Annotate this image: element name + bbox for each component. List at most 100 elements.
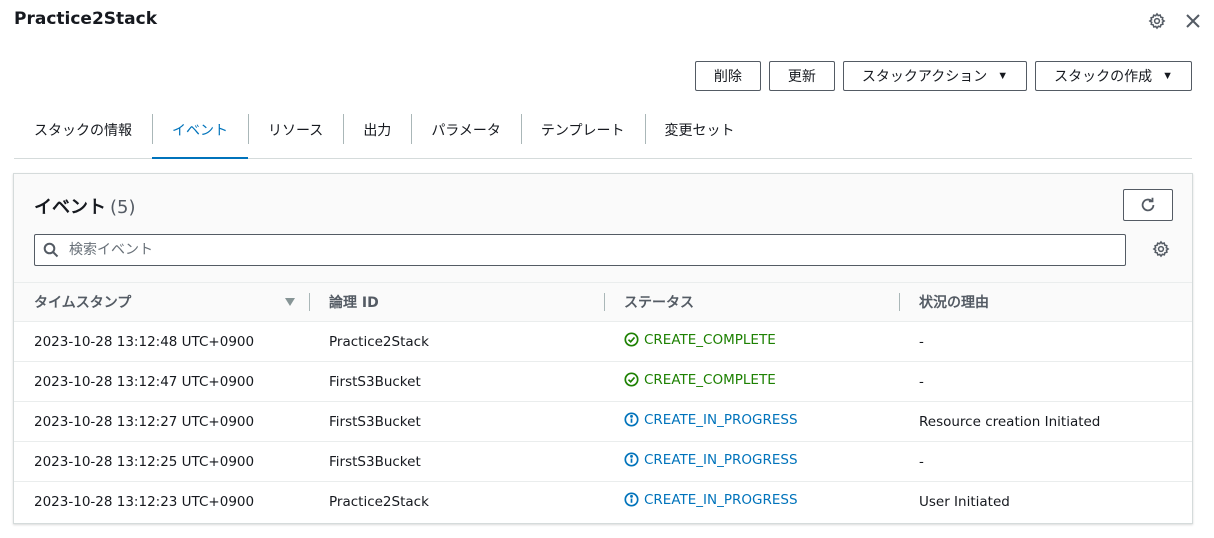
preferences-gear-icon[interactable] xyxy=(1152,240,1170,262)
caret-down-icon: ▼ xyxy=(997,70,1009,82)
status-text: CREATE_COMPLETE xyxy=(644,331,776,348)
reason-text: Resource creation Initiated xyxy=(919,413,1101,430)
caret-down-icon: ▼ xyxy=(1162,70,1173,82)
stack-tabs: スタックの情報 イベント リソース 出力 パラメータ テンプレート 変更セット xyxy=(14,102,1192,159)
logical-id-text: Practice2Stack xyxy=(329,493,429,510)
reason-text: - xyxy=(919,453,924,470)
column-header-logical-id[interactable]: 論理 ID xyxy=(309,283,604,322)
settings-icon[interactable] xyxy=(1146,10,1168,32)
table-row: 2023-10-28 13:12:23 UTC+0900 Practice2Sta… xyxy=(14,482,1192,522)
events-count: (5) xyxy=(110,197,136,218)
column-header-label: 状況の理由 xyxy=(919,295,989,311)
table-header-row: タイムスタンプ 論理 ID ステータス 状況の理由 xyxy=(14,283,1192,322)
events-title-text: イベント xyxy=(34,197,106,218)
refresh-button[interactable] xyxy=(1123,189,1173,221)
tab-change-sets[interactable]: 変更セット xyxy=(644,102,755,158)
logical-id-text: FirstS3Bucket xyxy=(329,373,421,390)
page-title: Practice2Stack xyxy=(14,9,158,29)
cell-timestamp: 2023-10-28 13:12:25 UTC+0900 xyxy=(14,441,309,482)
tab-label: 変更セット xyxy=(664,123,735,139)
column-header-reason[interactable]: 状況の理由 xyxy=(899,283,1192,322)
status-text: CREATE_COMPLETE xyxy=(644,371,776,388)
tab-label: パラメータ xyxy=(431,123,501,139)
create-stack-dropdown[interactable]: スタックの作成 ▼ xyxy=(1035,61,1192,91)
events-table: タイムスタンプ 論理 ID ステータス 状況の理由 2023-10-28 13:… xyxy=(14,283,1192,521)
info-icon xyxy=(624,452,639,467)
timestamp-text: 2023-10-28 13:12:47 UTC+0900 xyxy=(34,373,255,390)
tab-events[interactable]: イベント xyxy=(152,102,248,159)
status-indicator: CREATE_IN_PROGRESS xyxy=(624,492,798,508)
cell-status: CREATE_IN_PROGRESS xyxy=(604,441,899,482)
delete-button[interactable]: 削除 xyxy=(694,61,761,91)
sort-descending-icon[interactable] xyxy=(285,298,295,306)
events-panel: イベント(5) タイムスタンプ xyxy=(13,173,1193,524)
cell-reason: - xyxy=(899,361,1192,402)
stack-actions-toolbar: 削除 更新 スタックアクション ▼ スタックの作成 ▼ xyxy=(694,61,1192,91)
delete-label: 削除 xyxy=(713,68,742,84)
cell-timestamp: 2023-10-28 13:12:48 UTC+0900 xyxy=(14,321,309,362)
timestamp-text: 2023-10-28 13:12:48 UTC+0900 xyxy=(34,333,255,350)
cell-reason: User Initiated xyxy=(899,482,1192,522)
success-check-icon xyxy=(624,332,639,347)
cell-timestamp: 2023-10-28 13:12:27 UTC+0900 xyxy=(14,401,309,442)
column-header-label: 論理 ID xyxy=(329,295,379,311)
table-row: 2023-10-28 13:12:47 UTC+0900 FirstS3Bucke… xyxy=(14,361,1192,402)
status-text: CREATE_IN_PROGRESS xyxy=(644,491,798,508)
search-field[interactable] xyxy=(34,234,1126,266)
tab-label: テンプレート xyxy=(540,123,625,139)
cell-status: CREATE_COMPLETE xyxy=(604,321,899,362)
tab-outputs[interactable]: 出力 xyxy=(343,102,411,158)
reason-text: - xyxy=(919,333,924,350)
create-stack-label: スタックの作成 xyxy=(1054,68,1153,84)
cell-status: CREATE_COMPLETE xyxy=(604,361,899,402)
cell-logical-id: Practice2Stack xyxy=(309,321,604,362)
tab-label: リソース xyxy=(268,123,324,139)
status-text: CREATE_IN_PROGRESS xyxy=(644,451,798,468)
tab-template[interactable]: テンプレート xyxy=(520,102,645,158)
close-icon[interactable] xyxy=(1182,10,1204,32)
column-header-label: タイムスタンプ xyxy=(34,295,132,311)
search-icon xyxy=(43,242,59,258)
timestamp-text: 2023-10-28 13:12:25 UTC+0900 xyxy=(34,453,255,470)
cell-reason: - xyxy=(899,321,1192,362)
success-check-icon xyxy=(624,372,639,387)
column-header-status[interactable]: ステータス xyxy=(604,283,899,322)
table-row: 2023-10-28 13:12:27 UTC+0900 FirstS3Bucke… xyxy=(14,401,1192,442)
cell-logical-id: Practice2Stack xyxy=(309,482,604,522)
tab-stack-info[interactable]: スタックの情報 xyxy=(14,102,152,158)
status-indicator: CREATE_COMPLETE xyxy=(624,372,776,388)
header-icons xyxy=(1146,10,1204,32)
stack-actions-label: スタックアクション xyxy=(861,68,988,84)
search-input[interactable] xyxy=(67,235,1125,265)
cell-timestamp: 2023-10-28 13:12:23 UTC+0900 xyxy=(14,482,309,522)
tab-parameters[interactable]: パラメータ xyxy=(411,102,521,158)
status-indicator: CREATE_COMPLETE xyxy=(624,332,776,348)
tab-label: 出力 xyxy=(363,123,392,139)
tab-label: スタックの情報 xyxy=(34,123,132,139)
timestamp-text: 2023-10-28 13:12:23 UTC+0900 xyxy=(34,493,255,510)
tab-resources[interactable]: リソース xyxy=(248,102,343,158)
stack-actions-dropdown[interactable]: スタックアクション ▼ xyxy=(842,61,1028,91)
cell-status: CREATE_IN_PROGRESS xyxy=(604,401,899,442)
cell-status: CREATE_IN_PROGRESS xyxy=(604,482,899,522)
update-button[interactable]: 更新 xyxy=(768,61,835,91)
update-label: 更新 xyxy=(787,68,816,84)
cell-logical-id: FirstS3Bucket xyxy=(309,401,604,442)
status-indicator: CREATE_IN_PROGRESS xyxy=(624,452,798,468)
tab-label: イベント xyxy=(172,123,228,139)
refresh-icon xyxy=(1141,197,1155,212)
logical-id-text: FirstS3Bucket xyxy=(329,453,421,470)
table-row: 2023-10-28 13:12:48 UTC+0900 Practice2Sta… xyxy=(14,321,1192,362)
logical-id-text: FirstS3Bucket xyxy=(329,413,421,430)
info-icon xyxy=(624,412,639,427)
cell-timestamp: 2023-10-28 13:12:47 UTC+0900 xyxy=(14,361,309,402)
column-header-timestamp[interactable]: タイムスタンプ xyxy=(14,283,309,322)
cell-reason: - xyxy=(899,441,1192,482)
reason-text: - xyxy=(919,373,924,390)
logical-id-text: Practice2Stack xyxy=(329,333,429,350)
column-header-label: ステータス xyxy=(624,295,694,311)
events-panel-header: イベント (5) xyxy=(14,174,1192,283)
cell-logical-id: FirstS3Bucket xyxy=(309,361,604,402)
reason-text: User Initiated xyxy=(919,493,1010,510)
info-icon xyxy=(624,492,639,507)
